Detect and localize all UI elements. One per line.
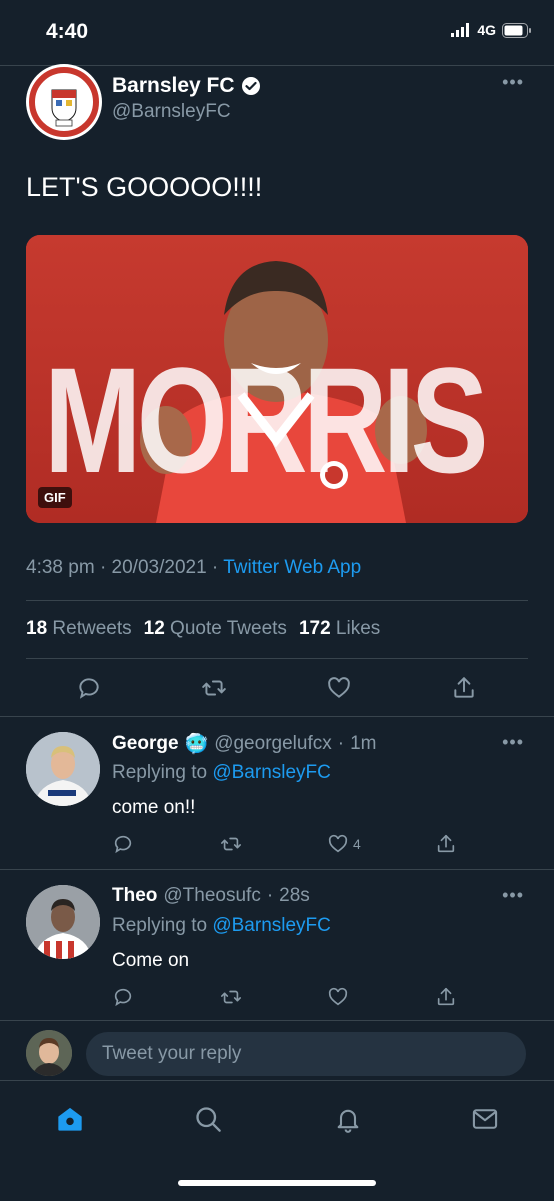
reply-divider-1 xyxy=(0,869,554,870)
reply-handle[interactable]: @Theosufc xyxy=(163,885,260,907)
tweet-time: 4:38 pm xyxy=(26,557,95,578)
share-icon[interactable] xyxy=(451,675,477,701)
reply-icon[interactable] xyxy=(112,986,134,1008)
header-divider xyxy=(0,65,554,66)
replying-to: Replying to @BarnsleyFC xyxy=(112,915,331,937)
notifications-icon[interactable] xyxy=(334,1105,362,1133)
tweet-source-link[interactable]: Twitter Web App xyxy=(223,557,361,578)
like-count: 4 xyxy=(353,836,361,852)
author-name[interactable]: Barnsley FC xyxy=(112,74,235,98)
reply-more-icon[interactable]: ••• xyxy=(502,885,524,906)
likes-count: 172 xyxy=(298,618,331,639)
reply-composer: Tweet your reply xyxy=(26,1030,528,1078)
author-name-row[interactable]: Barnsley FC xyxy=(112,74,261,98)
home-indicator xyxy=(178,1180,376,1186)
replying-to-link[interactable]: @BarnsleyFC xyxy=(212,762,331,783)
signal-icon xyxy=(451,23,470,37)
my-photo xyxy=(26,1030,72,1076)
like-icon xyxy=(328,834,348,853)
george-photo xyxy=(26,732,100,806)
my-avatar[interactable] xyxy=(26,1030,72,1076)
network-label: 4G xyxy=(477,22,496,38)
likes-label: Likes xyxy=(335,618,381,639)
barnsley-avatar[interactable] xyxy=(26,64,102,140)
likes-stat[interactable]: 172 Likes xyxy=(299,618,380,640)
reply-actions: 4 xyxy=(0,833,554,859)
reply-handle[interactable]: @georgelufcx xyxy=(214,733,332,755)
reply-icon[interactable] xyxy=(112,833,134,855)
reply-text: come on!! xyxy=(112,797,196,818)
reply-avatar-george[interactable] xyxy=(26,732,100,806)
retweets-count: 18 xyxy=(26,618,48,639)
stats-divider xyxy=(26,658,528,659)
reply-actions xyxy=(0,986,554,1012)
status-time: 4:40 xyxy=(46,20,89,43)
reply-header-theo: Theo @Theosufc · 28s xyxy=(112,885,310,907)
retweet-icon[interactable] xyxy=(219,833,243,855)
share-icon[interactable] xyxy=(435,833,457,855)
reply-text: Come on xyxy=(112,950,190,971)
theo-photo xyxy=(26,885,100,959)
reply-time: 28s xyxy=(279,885,310,906)
reply-more-icon[interactable]: ••• xyxy=(502,732,524,753)
replying-prefix: Replying to xyxy=(112,915,208,936)
actions-divider xyxy=(0,716,554,717)
verified-badge-icon xyxy=(241,77,260,95)
cold-face-emoji: 🥶 xyxy=(184,734,209,755)
tweet-media[interactable]: MORRIS xyxy=(26,235,528,523)
reply-icon[interactable] xyxy=(76,675,102,701)
replying-prefix: Replying to xyxy=(112,762,208,783)
reply-name[interactable]: George xyxy=(112,733,179,755)
tweet-actions xyxy=(0,675,554,705)
media-overlay-text: MORRIS xyxy=(44,336,489,504)
reply-header-george: George 🥶 @georgelufcx · 1m xyxy=(112,733,377,755)
tweet-reply-input[interactable]: Tweet your reply xyxy=(86,1032,526,1076)
messages-icon[interactable] xyxy=(471,1105,499,1133)
retweet-icon[interactable] xyxy=(200,675,228,701)
tweet-text: LET'S GOOOOO!!!! xyxy=(26,172,263,202)
search-icon[interactable] xyxy=(194,1105,222,1133)
status-indicators: 4G xyxy=(451,22,532,38)
like-action[interactable]: 4 xyxy=(327,833,361,855)
reply-name[interactable]: Theo xyxy=(112,885,157,907)
battery-icon xyxy=(502,22,531,38)
retweets-label: Retweets xyxy=(52,618,132,639)
gif-badge: GIF xyxy=(38,487,72,508)
quotes-stat[interactable]: 12 Quote Tweets xyxy=(144,618,287,640)
engagement-stats: 18 Retweets 12 Quote Tweets 172 Likes xyxy=(26,618,380,640)
reply-divider-2 xyxy=(0,1020,554,1021)
meta-divider xyxy=(26,600,528,601)
reply-time: 1m xyxy=(350,733,377,754)
tweet-meta: 4:38 pm · 20/03/2021 · Twitter Web App xyxy=(26,557,362,578)
tweet-date: 20/03/2021 xyxy=(111,557,207,578)
replying-to: Replying to @BarnsleyFC xyxy=(112,762,331,784)
club-crest-icon xyxy=(27,65,101,139)
reply-avatar-theo[interactable] xyxy=(26,885,100,959)
more-options-icon[interactable]: ••• xyxy=(502,72,524,93)
like-icon[interactable] xyxy=(326,675,352,701)
quotes-label: Quote Tweets xyxy=(170,618,287,639)
quotes-count: 12 xyxy=(143,618,165,639)
retweets-stat[interactable]: 18 Retweets xyxy=(26,618,132,640)
author-handle[interactable]: @BarnsleyFC xyxy=(112,101,231,123)
home-icon[interactable] xyxy=(56,1105,84,1133)
retweet-icon[interactable] xyxy=(219,986,243,1008)
like-icon[interactable] xyxy=(327,986,349,1008)
replying-to-link[interactable]: @BarnsleyFC xyxy=(212,915,331,936)
share-icon[interactable] xyxy=(435,986,457,1008)
